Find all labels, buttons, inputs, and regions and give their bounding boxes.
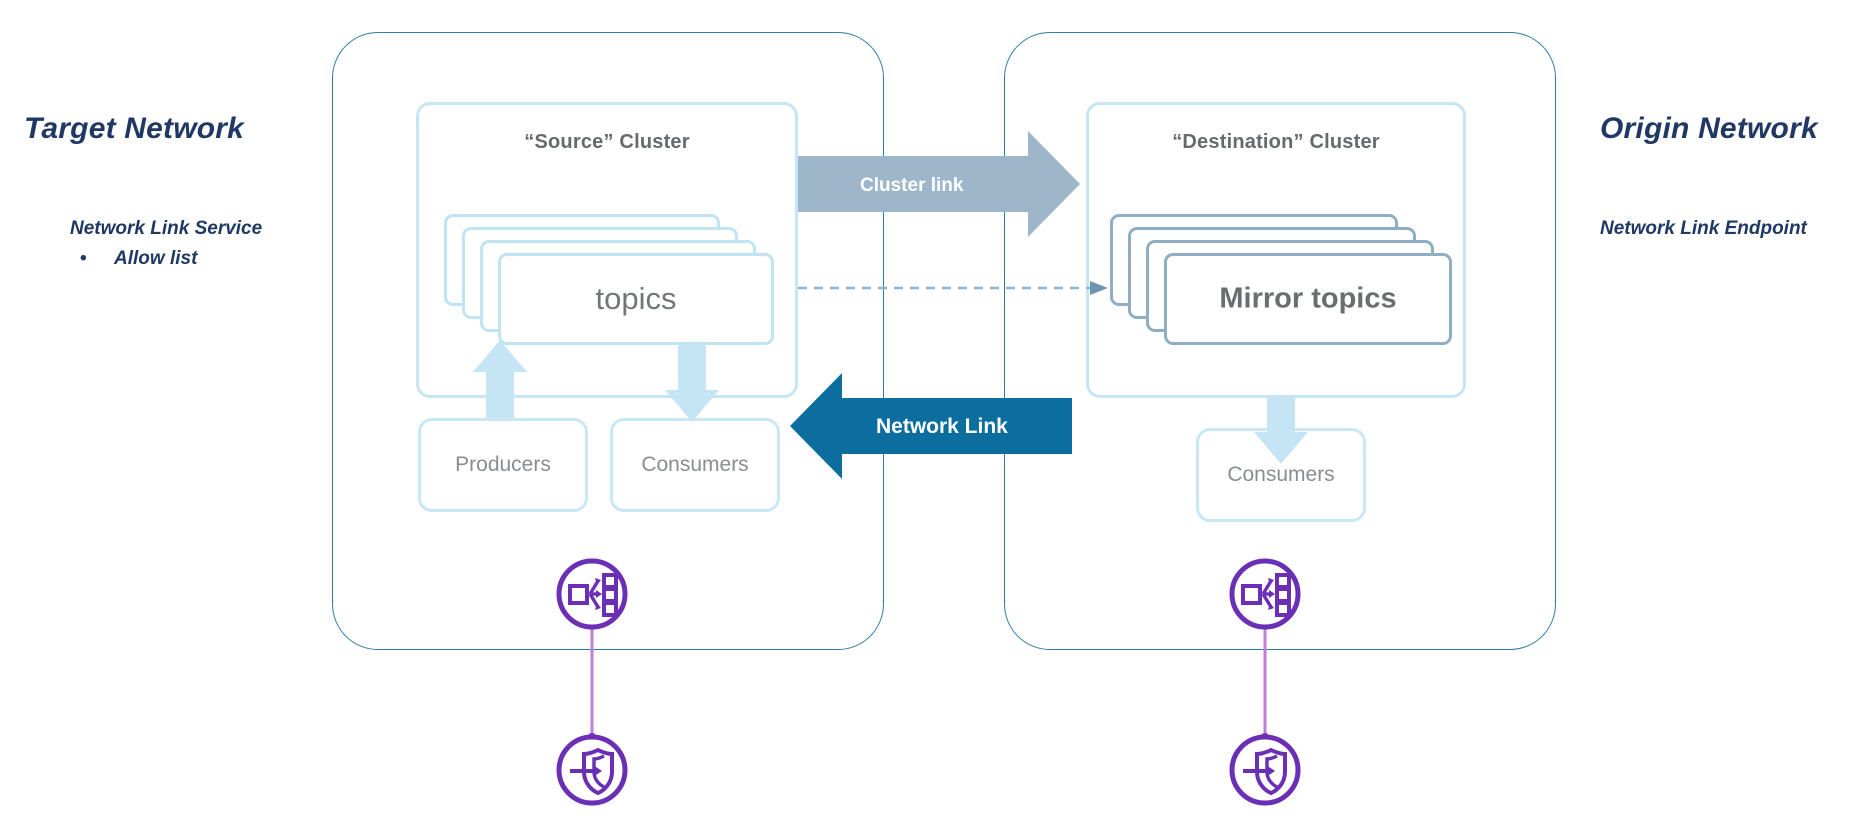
topics-label: topics <box>595 281 677 316</box>
destination-consumers-label: Consumers <box>1227 463 1335 486</box>
bullet-marker: • <box>80 248 87 269</box>
producers-box[interactable]: Producers <box>418 418 588 512</box>
target-network-title: Target Network <box>24 112 245 145</box>
target-network-subtitle: Network Link Service <box>70 218 263 239</box>
overlay-graphics <box>473 131 1308 806</box>
diagram-canvas: Target Network Network Link Service • All… <box>0 0 1868 826</box>
mirror-topics-label: Mirror topics <box>1219 282 1397 315</box>
destination-consumers-box[interactable]: Consumers <box>1196 428 1366 522</box>
source-topics-stack: topics <box>416 102 798 398</box>
mirror-topics-stack: Mirror topics <box>1086 102 1466 398</box>
topic-card-front[interactable]: topics <box>498 253 774 345</box>
source-consumers-label: Consumers <box>641 453 749 476</box>
left-private-endpoint-shield-icon[interactable] <box>556 734 628 806</box>
origin-network-subtitle: Network Link Endpoint <box>1600 218 1807 239</box>
origin-network-title: Origin Network <box>1600 112 1818 145</box>
right-private-endpoint-shield-icon[interactable] <box>1229 734 1301 806</box>
target-network-bullet-item: • Allow list <box>80 248 197 270</box>
mirror-topic-card-front[interactable]: Mirror topics <box>1164 253 1452 345</box>
producers-label: Producers <box>455 453 551 476</box>
source-consumers-box[interactable]: Consumers <box>610 418 780 512</box>
network-link-label: Network Link <box>876 415 1008 438</box>
bullet-text: Allow list <box>114 248 198 269</box>
cluster-link-label: Cluster link <box>860 175 964 196</box>
